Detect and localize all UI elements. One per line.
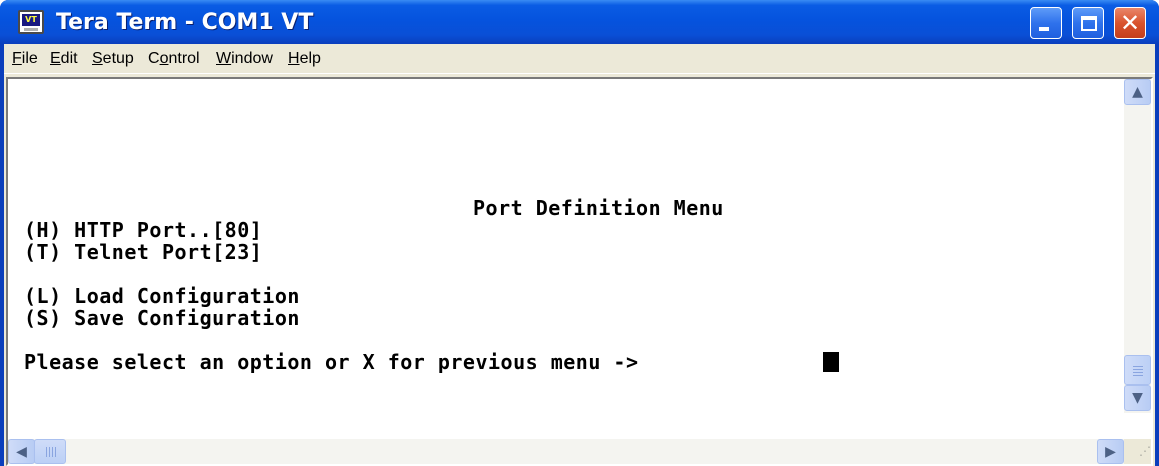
terminal-line: (L) Load Configuration (24, 284, 300, 308)
horizontal-scrollbar[interactable]: ◀ ▶ (8, 439, 1124, 464)
thumb-grip (55, 447, 56, 457)
menu-file-accel: F (12, 50, 22, 67)
window-title: Tera Term - COM1 VT (56, 10, 314, 35)
thumb-grip (1133, 372, 1143, 373)
close-button[interactable]: ✕ (1114, 7, 1146, 39)
terminal-screen[interactable]: Port Definition Menu (H) HTTP Port..[80]… (6, 77, 1153, 466)
app-icon-label: VT (22, 14, 40, 26)
menu-control[interactable]: Control (146, 48, 202, 70)
terminal-heading: Port Definition Menu (473, 196, 724, 220)
thumb-grip (52, 447, 53, 457)
app-icon-base (24, 28, 38, 31)
chevron-down-icon: ▼ (1132, 390, 1143, 406)
maximize-icon (1081, 16, 1097, 31)
size-grip-icon[interactable]: ⋰ (1124, 439, 1151, 464)
teraterm-window: VT Tera Term - COM1 VT ✕ File Edit Setup… (0, 0, 1159, 466)
horizontal-scroll-thumb[interactable] (34, 439, 66, 464)
menu-window[interactable]: Window (214, 48, 275, 70)
window-body: File Edit Setup Control Window Help Port… (4, 44, 1155, 466)
menu-help-accel: H (288, 50, 300, 67)
title-bar[interactable]: VT Tera Term - COM1 VT ✕ (0, 0, 1159, 44)
terminal-line: (S) Save Configuration (24, 306, 300, 330)
chevron-up-icon: ▲ (1132, 84, 1143, 100)
terminal-line: (H) HTTP Port..[80] (24, 218, 263, 242)
menu-help[interactable]: Help (286, 48, 323, 70)
menu-edit-accel: E (50, 50, 61, 67)
vertical-scroll-thumb[interactable] (1124, 355, 1151, 385)
menu-edit[interactable]: Edit (48, 48, 80, 70)
scroll-up-button[interactable]: ▲ (1124, 79, 1151, 105)
scroll-right-button[interactable]: ▶ (1097, 439, 1124, 464)
terminal-text: Port Definition Menu (H) HTTP Port..[80]… (20, 79, 1120, 439)
minimize-button[interactable] (1030, 7, 1062, 39)
terminal-prompt: Please select an option or X for previou… (24, 350, 652, 374)
thumb-grip (49, 447, 50, 457)
terminal-cursor (823, 352, 839, 372)
terminal-line: (T) Telnet Port[23] (24, 240, 263, 264)
chevron-left-icon: ◀ (16, 444, 27, 460)
menu-window-accel: W (216, 50, 232, 67)
teraterm-icon[interactable]: VT (18, 10, 44, 34)
close-icon: ✕ (1119, 9, 1141, 37)
vertical-scrollbar[interactable]: ▲ ▼ (1124, 79, 1151, 413)
minimize-icon (1039, 27, 1049, 31)
thumb-grip (1133, 375, 1143, 376)
thumb-grip (1133, 369, 1143, 370)
maximize-button[interactable] (1072, 7, 1104, 39)
thumb-grip (1133, 366, 1143, 367)
thumb-grip (46, 447, 47, 457)
scroll-down-button[interactable]: ▼ (1124, 385, 1151, 411)
chevron-right-icon: ▶ (1105, 444, 1116, 460)
scroll-left-button[interactable]: ◀ (8, 439, 35, 464)
menu-setup[interactable]: Setup (90, 48, 136, 70)
menu-setup-accel: S (92, 50, 103, 67)
menu-bar: File Edit Setup Control Window Help (4, 44, 1155, 74)
menu-file[interactable]: File (10, 48, 40, 70)
